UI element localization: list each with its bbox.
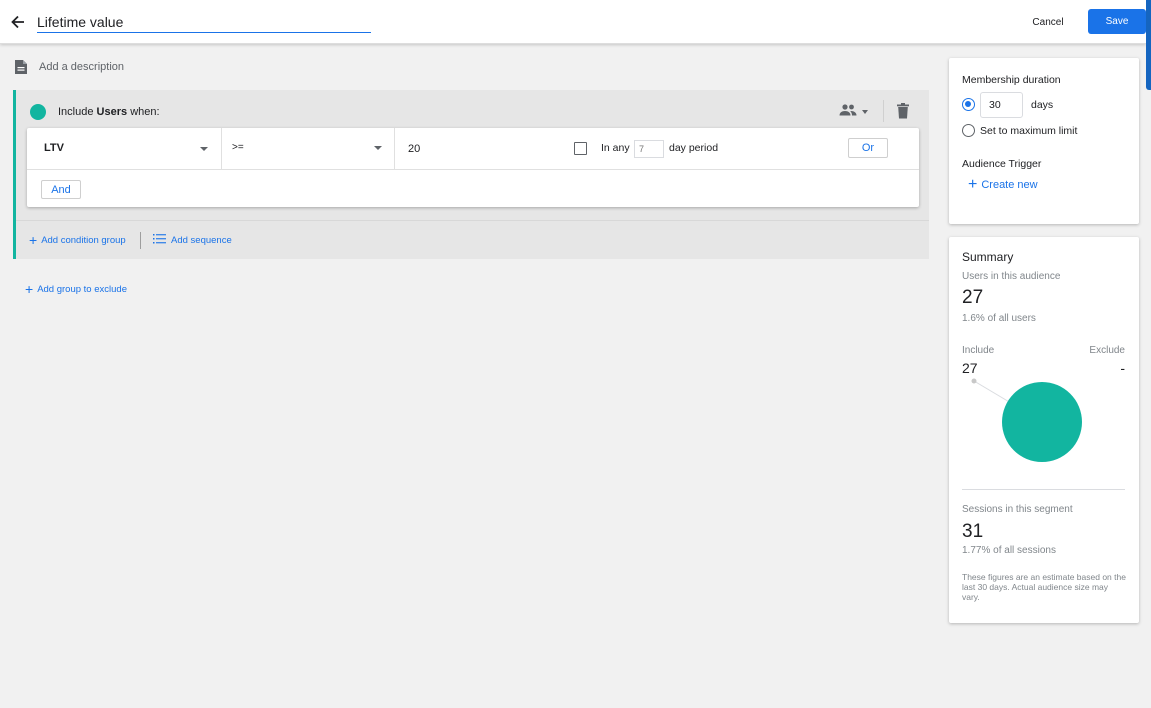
audience-trigger-title: Audience Trigger	[962, 158, 1042, 170]
save-button[interactable]: Save	[1088, 9, 1146, 34]
include-heading: Include Users when:	[58, 106, 160, 118]
pie-leader-line	[973, 380, 1012, 404]
description-placeholder[interactable]: Add a description	[39, 61, 124, 73]
create-trigger-button[interactable]: + Create new	[968, 177, 1038, 193]
sessions-percent: 1.77% of all sessions	[962, 545, 1056, 556]
and-button[interactable]: And	[41, 180, 81, 199]
condition-card: LTV >= In any day period Or And	[27, 128, 919, 207]
back-arrow-icon[interactable]	[8, 12, 28, 32]
chevron-down-icon	[200, 147, 208, 151]
users-percent: 1.6% of all users	[962, 313, 1036, 324]
chevron-down-icon	[862, 110, 868, 114]
include-group-card: Include Users when: LTV >= In any	[13, 90, 929, 259]
side-edge-strip	[1146, 0, 1151, 90]
top-bar: Cancel Save	[0, 0, 1146, 44]
max-limit-radio[interactable]	[962, 124, 975, 137]
include-group-header: Include Users when:	[30, 104, 160, 120]
include-pie-slice	[1002, 382, 1082, 462]
include-label: Include	[962, 345, 995, 356]
summary-title: Summary	[962, 250, 1014, 264]
or-button[interactable]: Or	[848, 138, 888, 158]
pie-leader-dot	[971, 378, 977, 384]
estimate-footnote: These figures are an estimate based on t…	[962, 572, 1126, 602]
summary-panel: Summary Users in this audience 27 1.6% o…	[949, 237, 1139, 623]
users-count: 27	[962, 287, 984, 308]
dimension-select[interactable]: LTV	[27, 128, 222, 169]
summary-divider	[962, 489, 1125, 490]
chevron-down-icon	[374, 146, 382, 150]
group-footer: + Add condition group Add sequence	[16, 220, 929, 259]
header-divider	[883, 100, 884, 122]
plus-icon: +	[968, 176, 978, 193]
duration-days-input[interactable]	[980, 92, 1023, 118]
add-sequence-button[interactable]: Add sequence	[153, 233, 232, 248]
trash-icon[interactable]	[895, 102, 911, 120]
exclude-label: Exclude	[1089, 345, 1125, 356]
exclude-count: -	[1120, 360, 1125, 376]
scope-label: Users	[96, 106, 128, 118]
day-period-label: day period	[669, 142, 719, 154]
audience-title-input[interactable]	[37, 12, 371, 33]
users-label: Users in this audience	[962, 271, 1061, 282]
condition-value-input[interactable]	[408, 139, 558, 159]
list-sequence-icon	[153, 233, 166, 248]
days-label: days	[1031, 99, 1054, 111]
in-any-label: In any	[601, 142, 630, 154]
day-period-input[interactable]	[634, 140, 664, 158]
sessions-count: 31	[962, 521, 984, 542]
sessions-label: Sessions in this segment	[962, 504, 1073, 515]
operator-select[interactable]: >=	[222, 128, 395, 169]
time-window-checkbox[interactable]	[574, 142, 587, 155]
max-limit-label: Set to maximum limit	[980, 125, 1078, 137]
audience-pie-chart	[971, 378, 1082, 462]
description-row[interactable]: Add a description	[14, 58, 124, 76]
scope-dropdown[interactable]	[839, 102, 875, 122]
add-condition-group-button[interactable]: + Add condition group	[29, 233, 126, 247]
plus-icon: +	[29, 232, 38, 248]
duration-days-radio[interactable]	[962, 98, 975, 111]
people-icon	[839, 103, 857, 121]
plus-icon: +	[25, 281, 34, 297]
add-group-to-exclude-button[interactable]: + Add group to exclude	[25, 282, 127, 296]
cancel-button[interactable]: Cancel	[1022, 9, 1074, 35]
membership-panel: Membership duration days Set to maximum …	[949, 58, 1139, 224]
footer-divider	[140, 232, 141, 249]
condition-row: LTV >= In any day period Or	[27, 128, 919, 170]
membership-duration-title: Membership duration	[962, 74, 1061, 86]
include-dot-icon	[30, 104, 46, 120]
document-icon	[14, 59, 28, 75]
